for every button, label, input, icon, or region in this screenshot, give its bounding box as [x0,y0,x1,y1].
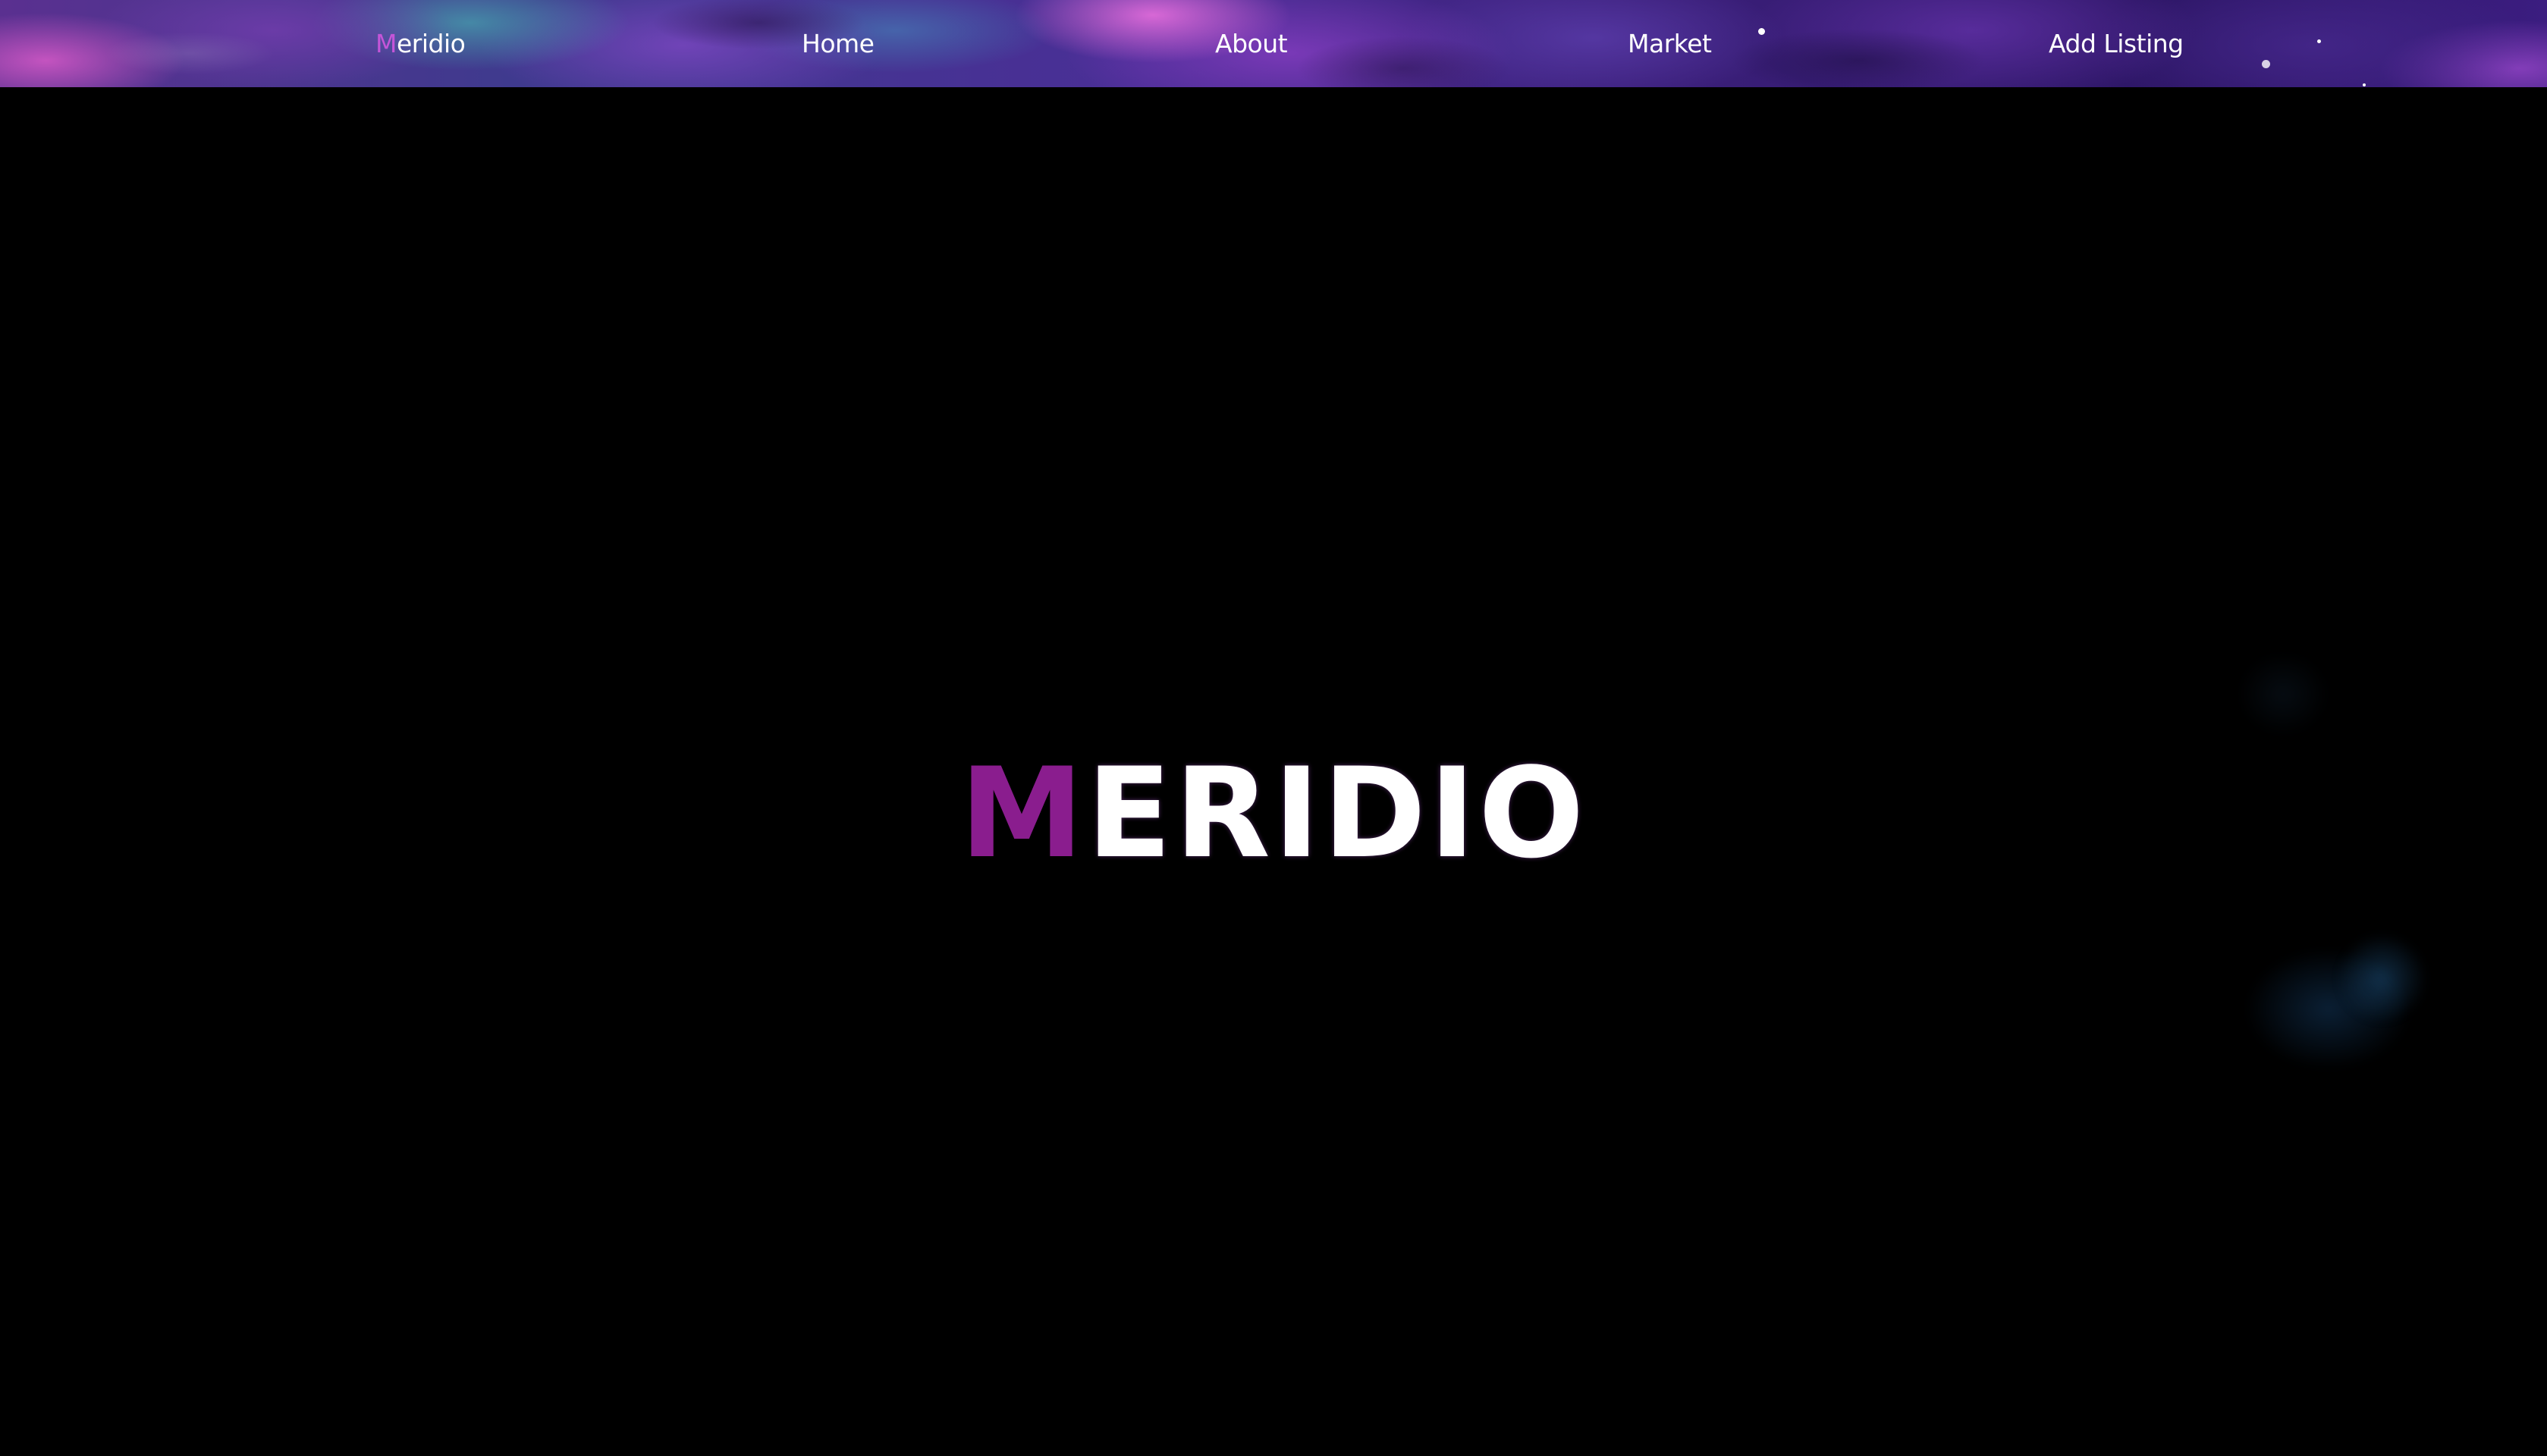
nav-market-link[interactable]: Market [1628,0,1712,87]
hero-title-first-letter: M [959,740,1087,886]
nebula-wisp [2238,652,2329,736]
star-decoration [1758,28,1765,35]
star-decoration [2363,83,2366,86]
nav-home-link[interactable]: Home [802,0,875,87]
brand-first-letter: M [375,29,397,58]
hero-title-rest: ERIDIO [1086,740,1588,886]
top-navbar: Meridio Home About Market Add Listing [0,0,2547,87]
page: Meridio Home About Market Add Listing ME… [0,0,2547,1456]
nav-brand-link[interactable]: Meridio [375,0,466,87]
brand-rest: eridio [396,29,466,58]
nav-about-link[interactable]: About [1215,0,1288,87]
nebula-wisp [2336,933,2427,1024]
hero-title: MERIDIO [0,740,2547,886]
star-decoration [2317,39,2321,43]
nav-add-listing-link[interactable]: Add Listing [2049,0,2184,87]
star-decoration [2262,60,2270,68]
